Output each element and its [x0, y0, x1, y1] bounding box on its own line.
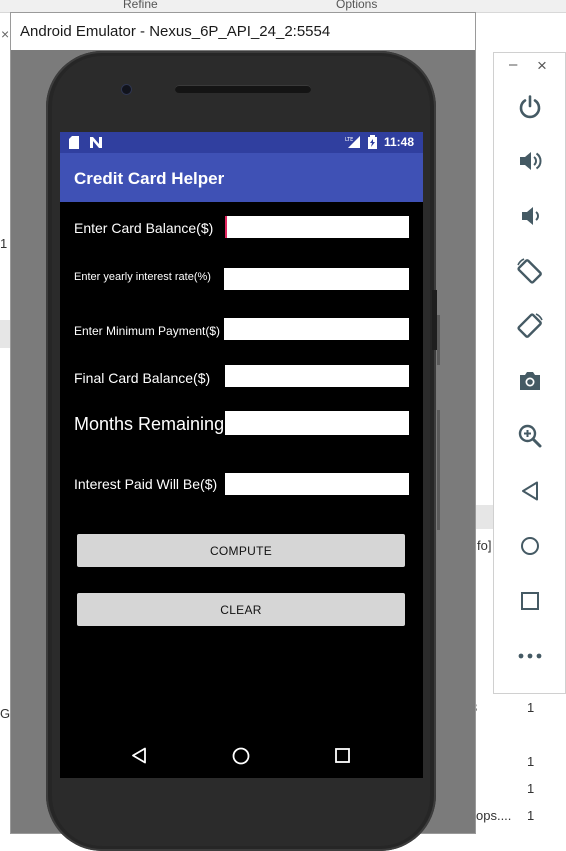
compute-button[interactable]: COMPUTE: [77, 534, 405, 567]
sd-card-icon: [69, 136, 79, 154]
card-balance-input[interactable]: [225, 216, 409, 238]
svg-text:LTE: LTE: [345, 137, 353, 143]
background-row-number: 1: [0, 236, 8, 251]
notification-n-icon: [89, 136, 103, 154]
refine-tab[interactable]: Refine: [123, 0, 158, 11]
background-close-char: ×: [1, 26, 10, 42]
background-selection-band: [0, 320, 10, 348]
back-icon[interactable]: [515, 476, 545, 506]
options-tab[interactable]: Options: [336, 0, 377, 11]
volume-down-icon[interactable]: [515, 201, 545, 231]
background-fo-text: fo]: [477, 538, 492, 553]
back-triangle-icon[interactable]: [131, 747, 147, 769]
final-balance-output[interactable]: [225, 365, 409, 387]
toolbar-close-button[interactable]: ×: [537, 56, 547, 76]
final-balance-label: Final Card Balance($): [74, 370, 211, 386]
interest-rate-label: Enter yearly interest rate(%): [74, 271, 211, 283]
interest-rate-input[interactable]: [224, 268, 409, 290]
emulator-scroll-hint: [437, 410, 440, 530]
months-remaining-label: Months Remaining: [74, 414, 225, 434]
zoom-icon[interactable]: [515, 421, 545, 451]
emulator-scroll-hint: [437, 315, 440, 365]
toolbar-minimize-button[interactable]: –: [509, 56, 517, 73]
phone-speaker: [175, 85, 311, 93]
battery-icon: [368, 135, 377, 154]
home-circle-icon[interactable]: [232, 747, 250, 770]
lte-signal-icon: LTE: [345, 135, 361, 154]
card-balance-label: Enter Card Balance($): [74, 220, 214, 236]
front-camera: [121, 84, 132, 95]
background-count: 1: [527, 700, 535, 715]
interest-paid-label: Interest Paid Will Be($): [74, 476, 218, 492]
rotate-right-icon[interactable]: [515, 311, 545, 341]
background-count: 1: [527, 781, 535, 796]
minimum-payment-label: Enter Minimum Payment($): [74, 324, 221, 338]
overview-icon[interactable]: [515, 586, 545, 616]
phone-side-button: [432, 290, 437, 350]
clear-button[interactable]: CLEAR: [77, 593, 405, 626]
recents-square-icon[interactable]: [335, 748, 350, 768]
more-icon[interactable]: [515, 641, 545, 671]
background-count: 1: [527, 808, 535, 823]
months-remaining-output[interactable]: [225, 411, 409, 435]
minimum-payment-input[interactable]: [224, 318, 409, 340]
camera-icon[interactable]: [515, 366, 545, 396]
interest-paid-output[interactable]: [225, 473, 409, 495]
background-selection-band-right: [476, 505, 493, 529]
background-ops-text: ops....: [476, 808, 512, 823]
home-icon[interactable]: [515, 531, 545, 561]
rotate-left-icon[interactable]: [515, 256, 545, 286]
emulator-window-title: Android Emulator - Nexus_6P_API_24_2:555…: [20, 23, 331, 40]
app-title: Credit Card Helper: [74, 169, 225, 188]
power-icon[interactable]: [515, 92, 545, 122]
status-time: 11:48: [384, 135, 415, 149]
background-count: 1: [527, 754, 535, 769]
volume-up-icon[interactable]: [515, 146, 545, 176]
